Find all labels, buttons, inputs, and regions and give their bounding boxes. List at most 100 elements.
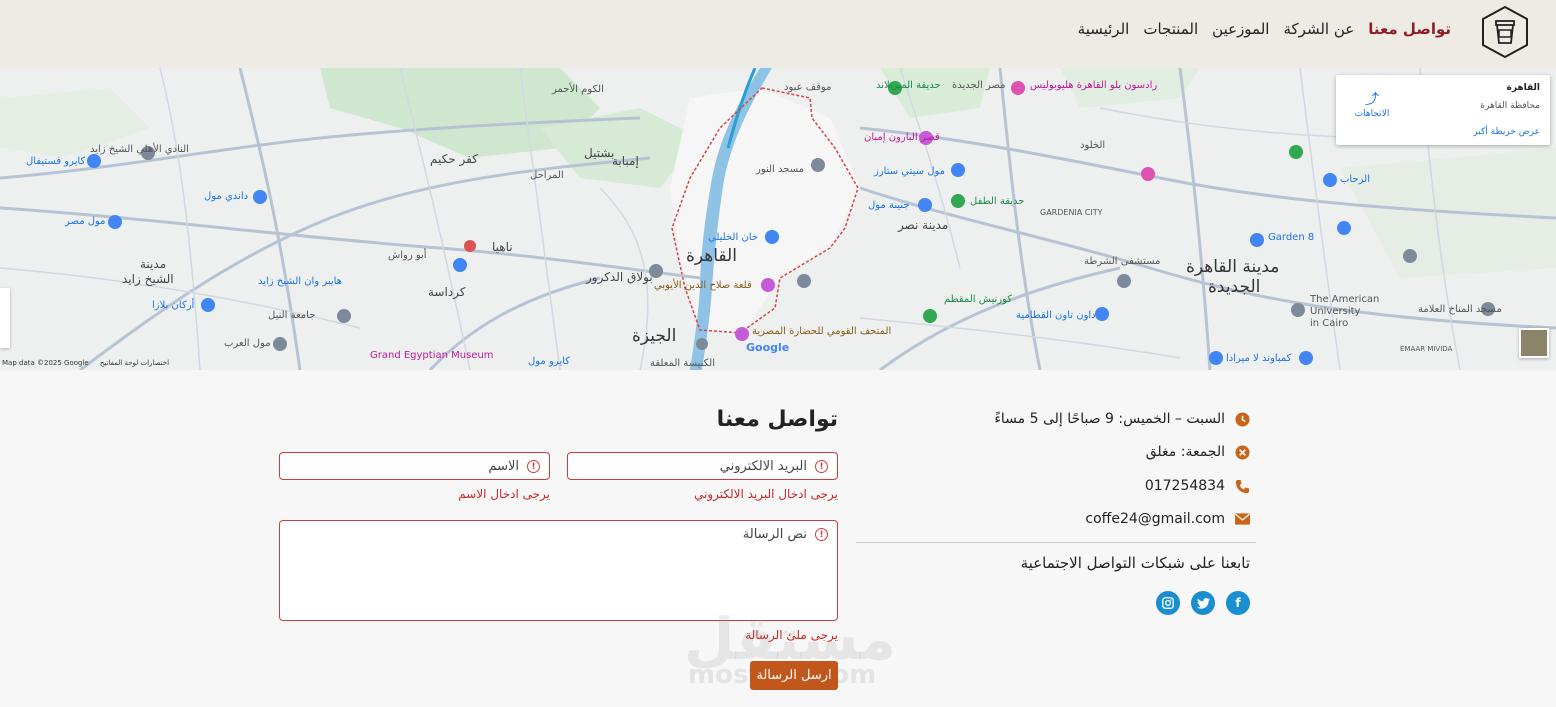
map-label-masr-gedida: مصر الجديدة (952, 80, 1006, 91)
info-divider (856, 542, 1256, 543)
email-placeholder: البريد الالكتروني (719, 459, 807, 474)
map-label-hyper: هايبر وان الشيخ زايد (258, 276, 342, 287)
name-error: يرجى ادخال الاسم (458, 487, 550, 501)
map-label-baron: قصر البارون إمبان (864, 132, 940, 143)
place-card-subtitle: محافظة القاهرة (1480, 101, 1540, 111)
map-label-khan: خان الخليلي (708, 232, 759, 243)
form-title: تواصل معنا (716, 407, 838, 432)
map-label-mall-masr: مول مصر (65, 216, 106, 227)
map-label-cairo-festival: كايرو فستيفال (26, 156, 86, 167)
top-navbar: الرئيسية المنتجات الموزعين عن الشركة توا… (0, 0, 1556, 68)
map-label-giza: الجيزة (632, 326, 677, 346)
map-zoom-control[interactable] (0, 288, 10, 348)
nav-home[interactable]: الرئيسية (1078, 20, 1130, 38)
directions-label: الاتجاهات (1354, 109, 1390, 119)
coffee-cup-logo-icon[interactable] (1480, 5, 1530, 59)
map-label-genena: جنينة مول (868, 200, 910, 211)
keyboard-shortcuts-link[interactable]: اختصارات لوحة المفاتيح (100, 359, 169, 367)
clock-icon (1235, 411, 1250, 427)
hours-friday-text: الجمعة: مغلق (1145, 444, 1225, 460)
info-email: coffe24@gmail.com (1085, 508, 1250, 530)
map-label-kholood: الخلود (1080, 140, 1106, 151)
map-label-auc-3: in Cairo (1310, 318, 1349, 329)
map-label-bashtil: بشتيل (584, 146, 615, 160)
nav-contact[interactable]: تواصل معنا (1368, 20, 1451, 38)
phone-number[interactable]: 017254834 (1145, 478, 1225, 494)
map-label-kerdasa: كرداسة (428, 285, 466, 299)
map-label-sheikh-zayed-1: مدينة (140, 257, 167, 271)
map-label-sheikh-zayed-club: النادي الأهلي الشيخ زايد (90, 144, 189, 155)
map-label-gardenia: GARDENIA CITY (1040, 208, 1103, 217)
map-label-kanisa: الكنيسة المعلقة (650, 358, 716, 369)
map-label-abu-rawash: أبو رواش (388, 250, 427, 261)
error-icon: ! (815, 528, 828, 541)
map-label-police-hospital: مستشفى الشرطة (1084, 256, 1161, 267)
map-label-kafr-hakim: كفر حكيم (430, 152, 478, 166)
map-data-credit: Map data ©2025 Google (2, 359, 89, 367)
follow-us-title: تابعنا على شبكات التواصل الاجتماعية (1020, 554, 1250, 572)
map-label-gem: Grand Egyptian Museum (370, 350, 494, 361)
map-label-citadel: قلعة صلاح الدين الأيوبي (654, 280, 752, 291)
map-label-garden8: Garden 8 (1268, 232, 1315, 243)
message-placeholder: نص الرسالة (742, 527, 807, 542)
google-logo: Google (746, 341, 790, 354)
map-label-kairo-mall: كايرو مول (528, 356, 570, 367)
map-label-city-stars: مول سيتي ستارز (874, 166, 945, 177)
phone-icon (1235, 479, 1250, 494)
map-attribution: Map data ©2025 Google اختصارات لوحة المف… (2, 359, 169, 367)
nav-distributors[interactable]: الموزعين (1212, 20, 1269, 38)
error-icon: ! (815, 460, 828, 473)
social-links: f (1156, 591, 1250, 615)
map-label-boulaq: بولاق الدكرور (586, 270, 653, 284)
map-label-arkan: أركان بلازا (152, 300, 195, 311)
map-label-kom-ahmar: الكوم الأحمر (552, 84, 604, 95)
place-card-title: القاهرة (1506, 83, 1540, 93)
map-label-sayeda: المتحف القومي للحضارة المصرية (752, 326, 892, 337)
email-error: يرجى ادخال البريد الالكتروني (693, 487, 838, 501)
nav-about[interactable]: عن الشركة (1283, 20, 1354, 38)
map-label-merryland: حديقة الميريلاند (876, 80, 941, 91)
map-label-new-cairo-1: مدينة القاهرة (1186, 257, 1280, 277)
name-field[interactable]: ! الاسم (279, 452, 550, 480)
map-label-sheikh-zayed-2: الشيخ زايد (122, 272, 174, 286)
email-address[interactable]: coffe24@gmail.com (1085, 511, 1225, 527)
email-field[interactable]: ! البريد الالكتروني (567, 452, 838, 480)
map-place-card: القاهرة محافظة القاهرة ⤴ الاتجاهات عرض خ… (1336, 75, 1550, 145)
directions-icon: ⤴ (1365, 92, 1379, 108)
info-hours-weekdays: السبت – الخميس: 9 صباحًا إلى 5 مساءً (994, 408, 1250, 430)
view-larger-map-link[interactable]: عرض خريطة أكبر (1473, 127, 1540, 137)
main-nav: الرئيسية المنتجات الموزعين عن الشركة توا… (1078, 20, 1451, 38)
map-label-heliopolis: رادسون بلو القاهرة هليوبوليس (1030, 80, 1158, 91)
error-icon: ! (527, 460, 540, 473)
envelope-icon (1235, 512, 1250, 527)
instagram-icon[interactable] (1156, 591, 1180, 615)
satellite-toggle-thumbnail[interactable] (1519, 328, 1549, 358)
map-label-rehab: الرحاب (1340, 174, 1370, 185)
nav-products[interactable]: المنتجات (1143, 20, 1198, 38)
map-label-nile-uni: جامعة النيل (268, 310, 316, 321)
map-label-nasr-city: مدينة نصر (898, 218, 949, 232)
twitter-icon[interactable] (1191, 591, 1215, 615)
map-label-marazeq: المراحل (530, 170, 564, 181)
map-label-dandy: داندي مول (204, 191, 249, 202)
info-phone: 017254834 (1145, 475, 1250, 497)
map-label-kempinski: كمباوند لا ميرادا (1226, 353, 1292, 364)
closed-icon (1235, 444, 1250, 460)
map-label-cairo: القاهرة (686, 246, 737, 266)
map-label-mokattam: كورنيش المقطم (944, 294, 1013, 305)
map-label-new-cairo-2: الجديدة (1208, 277, 1261, 297)
map-label-auc-1: The American (1310, 294, 1380, 305)
map-label-obour: موقف عبود (784, 82, 832, 93)
facebook-icon[interactable]: f (1226, 591, 1250, 615)
name-placeholder: الاسم (488, 459, 519, 474)
map-label-downtown-mall: داون تاون القطامية (1016, 310, 1096, 321)
google-map[interactable]: القاهرة الجيزة مدينة القاهرة الجديدة مدي… (0, 68, 1556, 370)
hours-weekdays-text: السبت – الخميس: 9 صباحًا إلى 5 مساءً (994, 411, 1225, 427)
send-message-button[interactable]: ارسل الرسالة (750, 661, 838, 690)
map-label-emaar: EMAAR MIVIDA (1400, 345, 1453, 353)
map-label-child-park: حديقة الطفل (970, 196, 1025, 207)
map-label-mall-arabia: مول العرب (224, 338, 271, 349)
directions-button[interactable]: ⤴ الاتجاهات (1352, 89, 1392, 119)
map-label-noor: مسجد النور (756, 164, 804, 175)
map-label-auc-2: University (1310, 306, 1361, 317)
